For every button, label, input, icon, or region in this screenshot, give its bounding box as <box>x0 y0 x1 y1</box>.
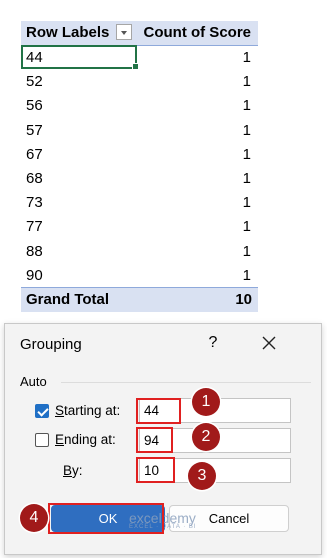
table-row[interactable]: 67 1 <box>21 142 258 166</box>
starting-at-label: Starting at: <box>55 403 120 418</box>
ending-at-label-text: nding at: <box>64 432 116 447</box>
auto-group-label: Auto <box>20 374 47 389</box>
filter-dropdown-icon[interactable] <box>116 24 132 40</box>
row-label[interactable]: 90 <box>26 267 43 284</box>
highlight-by <box>136 457 175 483</box>
row-value[interactable]: 1 <box>243 267 251 284</box>
grand-total-row[interactable]: Grand Total 10 <box>21 286 258 312</box>
table-row[interactable]: 68 1 <box>21 166 258 190</box>
grand-total-value[interactable]: 10 <box>235 291 252 308</box>
row-value[interactable]: 1 <box>243 218 251 235</box>
row-value[interactable]: 1 <box>243 146 251 163</box>
row-label[interactable]: 56 <box>26 97 43 114</box>
row-label[interactable]: 44 <box>26 49 43 66</box>
row-label[interactable]: 57 <box>26 122 43 139</box>
row-label[interactable]: 88 <box>26 243 43 260</box>
highlight-ok-button <box>48 503 164 534</box>
table-row[interactable]: 56 1 <box>21 93 258 117</box>
by-label-text: y: <box>72 463 83 478</box>
highlight-ending-at <box>136 427 173 453</box>
step-4-badge: 4 <box>20 504 48 532</box>
close-icon[interactable] <box>258 332 280 354</box>
help-button[interactable]: ? <box>203 334 223 354</box>
row-value[interactable]: 1 <box>243 73 251 90</box>
table-row[interactable]: 57 1 <box>21 118 258 142</box>
row-value[interactable]: 1 <box>243 243 251 260</box>
table-row[interactable]: 73 1 <box>21 190 258 214</box>
table-row[interactable]: 88 1 <box>21 239 258 263</box>
grand-total-label[interactable]: Grand Total <box>26 291 109 308</box>
step-2-badge: 2 <box>192 423 220 451</box>
by-accelerator: B <box>63 463 73 478</box>
row-value[interactable]: 1 <box>243 194 251 211</box>
row-label[interactable]: 77 <box>26 218 43 235</box>
ending-at-label: Ending at: <box>55 432 116 447</box>
row-label[interactable]: 68 <box>26 170 43 187</box>
row-label[interactable]: 52 <box>26 73 43 90</box>
highlight-starting-at <box>136 398 181 424</box>
ending-at-accelerator: E <box>55 432 65 447</box>
pivot-table: Row Labels Count of Score 44 1 52 1 56 1… <box>21 21 258 312</box>
pivot-header-row: Row Labels Count of Score <box>21 21 258 46</box>
dialog-title: Grouping <box>20 336 82 353</box>
row-value[interactable]: 1 <box>243 122 251 139</box>
table-row[interactable]: 52 1 <box>21 69 258 93</box>
starting-at-checkbox[interactable] <box>35 404 49 418</box>
step-3-badge: 3 <box>188 462 216 490</box>
table-row-selected[interactable]: 44 <box>21 45 139 70</box>
row-value[interactable]: 1 <box>243 49 251 66</box>
row-label[interactable]: 67 <box>26 146 43 163</box>
by-label: By: <box>63 463 83 478</box>
step-1-badge: 1 <box>192 388 220 416</box>
row-value[interactable]: 1 <box>243 97 251 114</box>
starting-at-label-text: tarting at: <box>64 403 121 418</box>
table-row[interactable]: 90 1 <box>21 263 258 287</box>
group-divider <box>61 382 311 383</box>
count-of-score-header[interactable]: Count of Score <box>144 24 252 41</box>
row-labels-header[interactable]: Row Labels <box>26 24 109 41</box>
ending-at-checkbox[interactable] <box>35 433 49 447</box>
row-label[interactable]: 73 <box>26 194 43 211</box>
table-row[interactable]: 77 1 <box>21 214 258 238</box>
row-value[interactable]: 1 <box>243 170 251 187</box>
starting-at-accelerator: S <box>55 403 65 418</box>
